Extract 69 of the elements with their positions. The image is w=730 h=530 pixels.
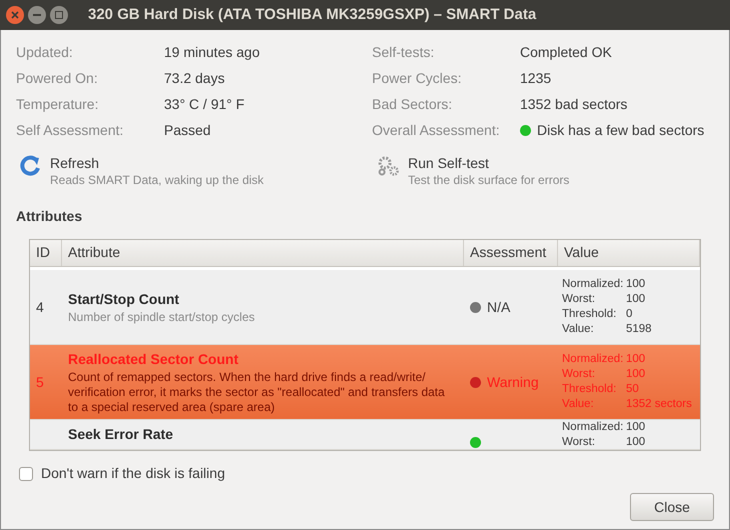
maximize-icon[interactable]	[50, 6, 68, 24]
field-label: Temperature:	[16, 95, 100, 114]
value-number: 1352 sectors	[626, 397, 693, 412]
value-label: Worst:	[562, 367, 596, 382]
value-label: Normalized:	[562, 420, 624, 436]
window-title: 320 GB Hard Disk (ATA TOSHIBA MK3259GSXP) – SMART Data	[88, 4, 536, 25]
field-value: Disk has a few bad sectors	[537, 121, 704, 140]
action-title: Refresh	[50, 155, 100, 171]
field-value: 1352 bad sectors	[520, 95, 628, 114]
checkbox-label: Don't warn if the disk is failing	[41, 464, 225, 483]
field-value: Passed	[164, 121, 211, 140]
action-button[interactable]: Run Self-test Test the disk surface for errors	[372, 155, 714, 189]
value-number: 0	[626, 307, 634, 322]
action-button[interactable]: Refresh Reads SMART Data, waking up the disk	[16, 155, 372, 189]
value-number: 5198	[626, 322, 653, 338]
table-row[interactable]: 4 Start/Stop Count Number of spindle start/stop cycles N/A Normalized: 100 Worst: 100 Threshold: 0 Value: 5198	[30, 270, 700, 346]
section-heading: Attributes	[16, 207, 84, 226]
attribute-name: Seek Error Rate	[68, 425, 174, 444]
value-label: Value:	[562, 322, 595, 338]
table-row[interactable]	[30, 345, 700, 420]
field-value: 19 minutes ago	[164, 43, 260, 62]
field-label: Powered On:	[16, 69, 99, 88]
value-label: Worst:	[562, 435, 596, 450]
column-header[interactable]: Value	[558, 240, 700, 266]
field-label: Updated:	[16, 43, 74, 62]
checkbox[interactable]	[19, 466, 33, 480]
field-label: Self-tests:	[372, 43, 436, 62]
close-window-icon[interactable]	[6, 6, 24, 24]
table-row[interactable]: Seek Error Rate Normalized: 100 Worst: 100	[30, 420, 700, 450]
field-label: Self Assessment:	[16, 121, 124, 140]
minimize-icon[interactable]	[28, 6, 46, 24]
action-description: Reads SMART Data, waking up the disk	[50, 172, 264, 189]
gears-icon	[376, 155, 400, 177]
value-label: Normalized:	[562, 277, 624, 292]
field-value: 1235	[520, 69, 552, 88]
field-label: Power Cycles:	[372, 69, 462, 88]
dont-warn-checkbox[interactable]: Don't warn if the disk is failing	[16, 463, 714, 484]
value-number: 100	[626, 367, 646, 382]
value-number: 100	[626, 277, 646, 292]
field-value: 33° C / 91° F	[164, 95, 244, 114]
value-label: Value:	[562, 397, 595, 412]
value-number: 100	[626, 292, 646, 308]
assessment-text: Warning	[487, 372, 539, 392]
action-description: Test the disk surface for errors	[408, 172, 570, 189]
value-label: Normalized:	[562, 352, 624, 368]
value-number: 50	[626, 382, 640, 398]
table-cell-text: 5	[36, 372, 44, 392]
value-number: 100	[626, 435, 646, 450]
field-label: Bad Sectors:	[372, 95, 454, 114]
assessment-text: N/A	[487, 298, 510, 317]
field-value: 73.2 days	[164, 69, 225, 88]
field-value: Completed OK	[520, 43, 612, 62]
attribute-name: Start/Stop Count	[68, 290, 180, 310]
field-label: Overall Assessment:	[372, 121, 501, 140]
value-number: 100	[626, 420, 646, 436]
value-label: Threshold:	[562, 307, 618, 322]
attribute-name: Reallocated Sector Count	[68, 350, 240, 370]
attribute-description: Number of spindle start/stop cycles	[68, 310, 256, 326]
column-header[interactable]: ID	[30, 240, 62, 266]
column-header[interactable]: Assessment	[464, 240, 558, 266]
attribute-description: Count of remapped sectors. When the hard drive finds a read/write/ verification error, it marks the sector as "reallocated" and transfers data to a special reserved area (spare area)	[68, 370, 446, 416]
column-header[interactable]: Attribute	[62, 240, 464, 266]
value-number: 100	[626, 352, 646, 368]
action-title: Run Self-test	[408, 155, 490, 171]
close-button[interactable]: Close	[630, 493, 714, 521]
value-label: Threshold:	[562, 382, 618, 398]
table-cell-text: 4	[36, 298, 44, 317]
value-label: Worst:	[562, 292, 596, 308]
refresh-icon	[20, 155, 42, 177]
